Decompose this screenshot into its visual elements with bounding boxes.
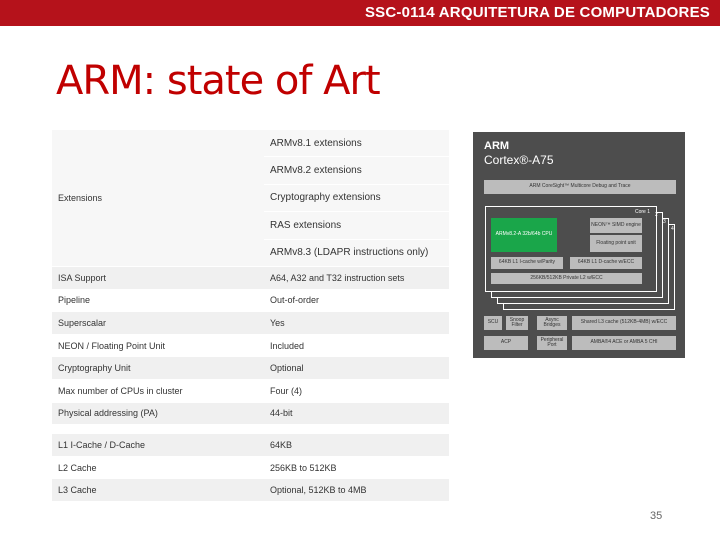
row-label: L1 I-Cache / D-Cache [52, 433, 264, 457]
spec-table: Extensions ARMv8.1 extensions ARMv8.2 ex… [52, 130, 449, 502]
fp-box: Floating point unit [590, 235, 642, 252]
extension-item: ARMv8.1 extensions [264, 130, 449, 158]
scu-box: SCU [484, 316, 502, 330]
table-row: Superscalar Yes [52, 311, 449, 335]
table-row: Cryptography Unit Optional [52, 356, 449, 380]
row-label: NEON / Floating Point Unit [52, 334, 264, 358]
extension-item: Cryptography extensions [264, 184, 449, 213]
row-value: Four (4) [264, 379, 449, 403]
extension-item: ARMv8.2 extensions [264, 156, 449, 185]
row-label: Physical addressing (PA) [52, 402, 264, 426]
core-label: Core 1 [634, 209, 650, 215]
table-row: Max number of CPUs in cluster Four (4) [52, 379, 449, 403]
table-gap [52, 424, 449, 435]
row-value: Optional [264, 356, 449, 380]
core-number: 4 [671, 226, 674, 232]
row-label: L3 Cache [52, 478, 264, 502]
row-value: Yes [264, 311, 449, 335]
row-value: Out-of-order [264, 289, 449, 313]
row-value: Optional, 512KB to 4MB [264, 478, 449, 502]
extensions-label: Extensions [52, 130, 264, 267]
l3-cache-box: Shared L3 cache (512KB-4MB) w/ECC [572, 316, 676, 330]
row-value: A64, A32 and T32 instruction sets [264, 266, 449, 290]
row-label: Superscalar [52, 311, 264, 335]
neon-box: NEON™ SIMD engine [590, 218, 642, 233]
page-number: 35 [650, 510, 663, 522]
extension-item: ARMv8.3 (LDAPR instructions only) [264, 239, 449, 267]
peripheral-port-box: Peripheral Port [537, 336, 567, 350]
top-banner: SSC-0114 ARQUITETURA DE COMPUTADORES [0, 0, 720, 26]
row-label: Cryptography Unit [52, 356, 264, 380]
snoop-filter-box: Snoop Filter [506, 316, 528, 330]
row-value: 44-bit [264, 402, 449, 426]
table-row: L2 Cache 256KB to 512KB [52, 456, 449, 480]
acp-box: ACP [484, 336, 528, 350]
l1-dcache-box: 64KB L1 D-cache w/ECC [570, 257, 642, 269]
table-row: Pipeline Out-of-order [52, 289, 449, 313]
table-row: ISA Support A64, A32 and T32 instruction… [52, 266, 449, 290]
table-row: L1 I-Cache / D-Cache 64KB [52, 433, 449, 457]
row-value: 256KB to 512KB [264, 456, 449, 480]
diagram-brand: ARM [484, 140, 510, 152]
cpu-box: ARMv8.2-A 32b/64b CPU [491, 218, 557, 252]
core-1-frame: Core 1 ARMv8.2-A 32b/64b CPU NEON™ SIMD … [485, 206, 657, 292]
row-label: L2 Cache [52, 456, 264, 480]
row-value: Included [264, 334, 449, 358]
core-number: 2 [655, 212, 658, 218]
table-row: L3 Cache Optional, 512KB to 4MB [52, 478, 449, 502]
row-label: Max number of CPUs in cluster [52, 379, 264, 403]
cortex-a75-block-diagram: ARM Cortex®-A75 ARM CoreSight™ Multicore… [473, 132, 685, 358]
debug-trace-box: ARM CoreSight™ Multicore Debug and Trace [484, 180, 676, 194]
core-number: 3 [663, 219, 666, 225]
async-bridges-box: Async Bridges [537, 316, 567, 330]
diagram-product: Cortex®-A75 [484, 153, 554, 167]
extensions-row: Extensions ARMv8.1 extensions [52, 130, 449, 267]
slide-title: ARM: state of Art [56, 58, 381, 104]
amba-box: AMBA®4 ACE or AMBA 5 CHI [572, 336, 676, 350]
l2-box: 256KB/512KB Private L2 w/ECC [491, 273, 642, 284]
table-row: Physical addressing (PA) 44-bit [52, 402, 449, 426]
row-label: ISA Support [52, 266, 264, 290]
row-value: 64KB [264, 433, 449, 457]
table-row: NEON / Floating Point Unit Included [52, 334, 449, 358]
row-label: Pipeline [52, 289, 264, 313]
course-title: SSC-0114 ARQUITETURA DE COMPUTADORES [364, 4, 710, 21]
extension-item: RAS extensions [264, 211, 449, 240]
l1-icache-box: 64KB L1 I-cache w/Parity [491, 257, 563, 269]
